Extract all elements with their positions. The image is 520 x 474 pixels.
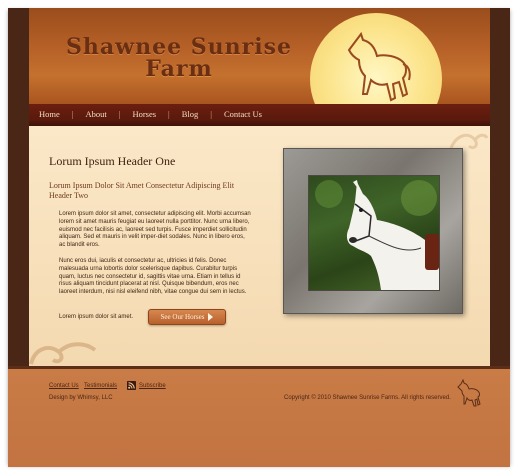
footer-link-contact[interactable]: Contact Us [49,383,79,389]
page-container: Shawnee Sunrise Farm Home | About | Horses… [29,8,490,366]
see-our-horses-button[interactable]: See Our Horses [148,309,226,325]
nav-item-about[interactable]: About [85,109,106,119]
footer-link-subscribe[interactable]: Subscribe [139,383,166,389]
body-paragraph: Nunc eros dui, iaculis et consectetur ac… [59,258,247,296]
content-header-one: Lorum Ipsum Header One [49,154,176,168]
nav-item-blog[interactable]: Blog [182,109,199,119]
copyright-notice: Copyright © 2010 Shawnee Sunrise Farms. … [284,395,451,401]
nav-item-home[interactable]: Home [39,109,60,119]
nav-separator: | [71,109,74,119]
nav-separator: | [118,109,121,119]
site-title[interactable]: Shawnee Sunrise Farm [49,36,309,80]
main-content: Lorum Ipsum Header One Lorum Ipsum Dolor… [29,126,490,366]
site-footer: Contact Us Testimonials Subscribe Design… [8,366,510,467]
footer-link-testimonials[interactable]: Testimonials [84,383,117,389]
design-credit: Design by Whimsy, LLC [49,395,113,401]
nav-separator: | [210,109,212,119]
body-paragraph: Lorem ipsum dolor sit amet, consectetur … [59,211,251,249]
rss-icon[interactable] [127,381,136,390]
nav-separator: | [168,109,170,119]
nav-item-horses[interactable]: Horses [132,109,156,119]
horse-photo [308,175,440,291]
photo-frame [283,148,463,314]
decorative-swirl-icon [29,342,97,365]
nav-item-contact[interactable]: Contact Us [224,109,262,119]
site-title-line2: Farm [145,56,213,82]
white-horse-illustration [315,180,439,290]
horse-silhouette-icon [457,379,481,407]
content-header-two: Lorum Ipsum Dolor Sit Amet Consectetur A… [49,181,235,200]
main-navigation: Home | About | Horses | Blog | Contact Us [29,104,490,126]
horse-silhouette-icon [347,31,411,102]
cta-label: See Our Horses [160,313,205,321]
arrow-right-icon [208,313,214,321]
site-header: Shawnee Sunrise Farm [29,8,490,145]
